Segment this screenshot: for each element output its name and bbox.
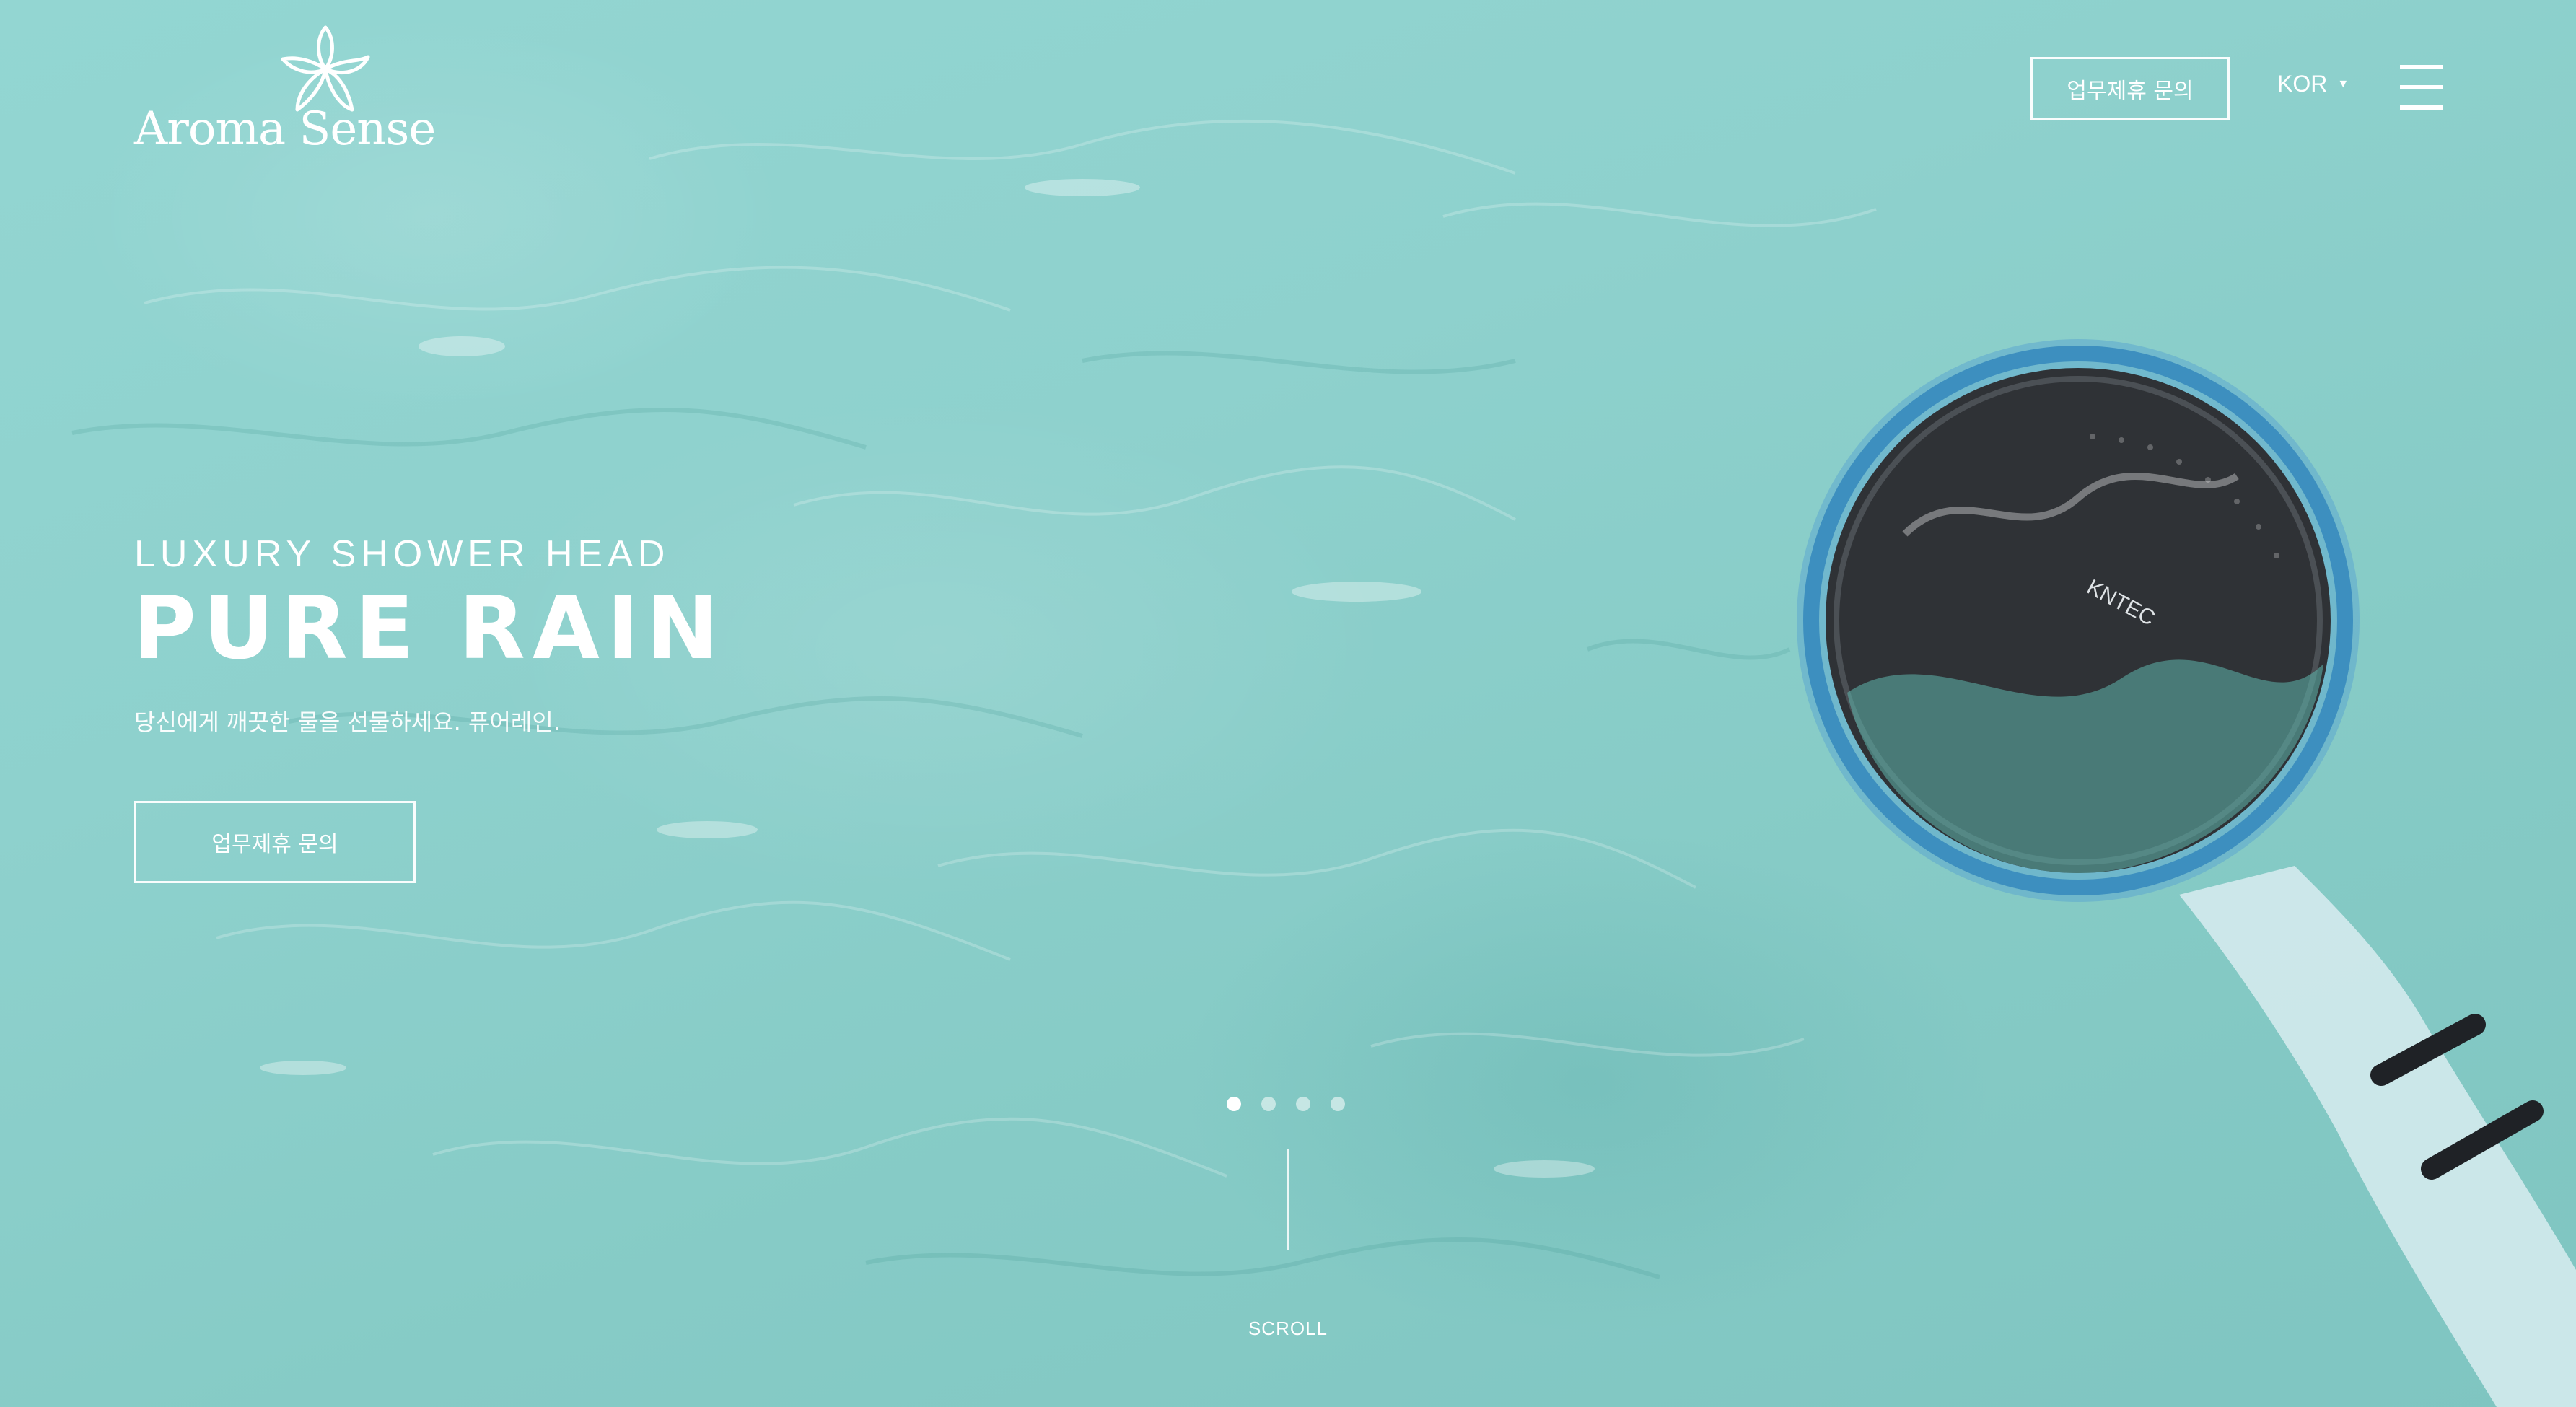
shower-head-image: KNTEC [1797,339,2576,1407]
hamburger-menu-icon[interactable] [2400,65,2443,110]
caret-down-icon: ▼ [2337,77,2349,90]
hero-tagline: 당신에게 깨끗한 물을 선물하세요. 퓨어레인. [134,709,561,736]
hero-eyebrow: LUXURY SHOWER HEAD [134,533,670,575]
slide-dot-4[interactable] [1331,1097,1345,1111]
slide-dot-1[interactable] [1227,1097,1241,1111]
brand-name: Aroma Sense [134,102,436,156]
hero-title: PURE RAIN [133,579,726,679]
language-label: KOR [2277,71,2328,97]
slide-dot-3[interactable] [1296,1097,1310,1111]
hero-partnership-inquiry-button[interactable]: 업무제휴 문의 [134,801,416,883]
aroma-sense-logo[interactable]: Aroma Sense [134,25,436,156]
scroll-indicator-line [1287,1149,1289,1250]
slider-pagination [1227,1097,1345,1111]
scroll-label[interactable]: SCROLL [1227,1318,1349,1340]
header-partnership-inquiry-button[interactable]: 업무제휴 문의 [2030,57,2230,120]
language-selector[interactable]: KOR ▼ [2277,71,2349,97]
slide-dot-2[interactable] [1261,1097,1276,1111]
hero-section: Aroma Sense 업무제휴 문의 KOR ▼ LUXURY SHOWER … [0,0,2576,1407]
